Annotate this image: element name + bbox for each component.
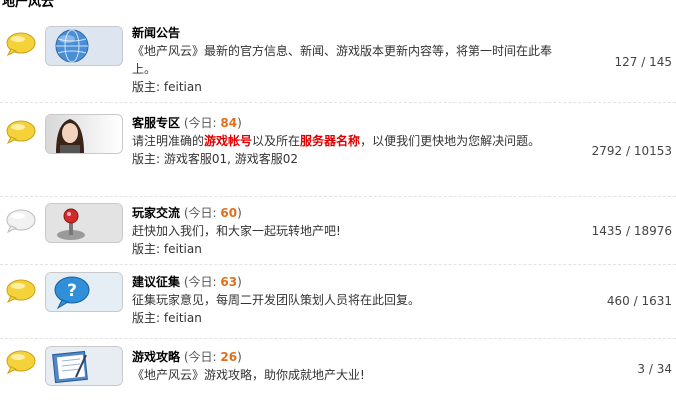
today-close: ) [237,350,242,364]
highlight-server-name: 服务器名称 [300,134,361,148]
forum-description: 征集玩家意见，每周二开发团队策划人员将在此回复。 [132,293,421,307]
moderators: 版主: 游戏客服01, 游戏客服02 [132,150,552,168]
forum-name[interactable]: 新闻公告 [132,26,180,40]
today-label: (今日: [183,350,217,364]
new-posts-bubble-icon [6,120,36,144]
new-posts-bubble-icon [6,279,36,303]
forum-description: 请注明准确的游戏帐号以及所在服务器名称，以便我们更快地为您解决问题。 [132,134,541,148]
forum-stats: 127 / 145 [614,55,672,69]
forum-row-suggestions: ? 建议征集 (今日: 63) 征集玩家意见，每周二开发团队策划人员将在此回复。… [0,266,676,339]
svg-text:?: ? [67,281,77,301]
forum-stats: 460 / 1631 [606,294,672,308]
forum-description: 《地产风云》游戏攻略，助你成就地产大业! [132,368,365,382]
today-count: 26 [220,350,238,364]
today-label: (今日: [183,116,217,130]
today-count: 84 [220,116,238,130]
highlight-game-account: 游戏帐号 [204,134,253,148]
joystick-icon[interactable] [45,203,123,243]
forum-description: 赶快加入我们，和大家一起玩转地产吧! [132,224,341,238]
moderators: 版主: feitian [132,78,552,96]
notebook-icon[interactable] [45,346,123,386]
speech-bubble-icon[interactable]: ? [45,272,123,312]
moderators: 版主: feitian [132,240,552,258]
globe-icon[interactable] [45,26,123,66]
forum-stats: 1435 / 18976 [591,224,672,238]
today-close: ) [237,206,242,220]
moderator-label: 版主: [132,242,161,256]
moderator-label: 版主: [132,152,161,166]
moderator-link[interactable]: feitian [164,311,202,325]
forum-name[interactable]: 玩家交流 [132,206,180,220]
moderators: 版主: feitian [132,309,552,327]
forum-description: 《地产风云》最新的官方信息、新闻、游戏版本更新内容等，将第一时间在此奉上。 [132,44,553,76]
forum-row-news: 新闻公告 《地产风云》最新的官方信息、新闻、游戏版本更新内容等，将第一时间在此奉… [0,22,676,103]
new-posts-bubble-icon [6,32,36,56]
moderator-label: 版主: [132,311,161,325]
moderator-link[interactable]: 游戏客服01, 游戏客服02 [164,152,298,166]
section-title: 地产风云 [2,0,55,10]
support-girl-icon[interactable] [45,114,123,154]
today-count: 63 [220,275,238,289]
forum-name[interactable]: 游戏攻略 [132,350,180,364]
moderator-link[interactable]: feitian [164,80,202,94]
forum-row-guides: 游戏攻略 (今日: 26) 《地产风云》游戏攻略，助你成就地产大业! 3 / 3… [0,342,676,407]
forum-name[interactable]: 建议征集 [132,275,180,289]
forum-stats: 2792 / 10153 [591,144,672,158]
forum-row-support: 客服专区 (今日: 84) 请注明准确的游戏帐号以及所在服务器名称，以便我们更快… [0,106,676,197]
moderator-link[interactable]: feitian [164,242,202,256]
forum-name[interactable]: 客服专区 [132,116,180,130]
today-close: ) [237,116,242,130]
today-close: ) [237,275,242,289]
no-new-posts-bubble-icon [6,209,36,233]
forum-stats: 3 / 34 [637,362,672,376]
today-count: 60 [220,206,238,220]
today-label: (今日: [183,275,217,289]
forum-row-players: 玩家交流 (今日: 60) 赶快加入我们，和大家一起玩转地产吧! 版主: fei… [0,198,676,265]
new-posts-bubble-icon [6,350,36,374]
moderator-label: 版主: [132,80,161,94]
today-label: (今日: [183,206,217,220]
